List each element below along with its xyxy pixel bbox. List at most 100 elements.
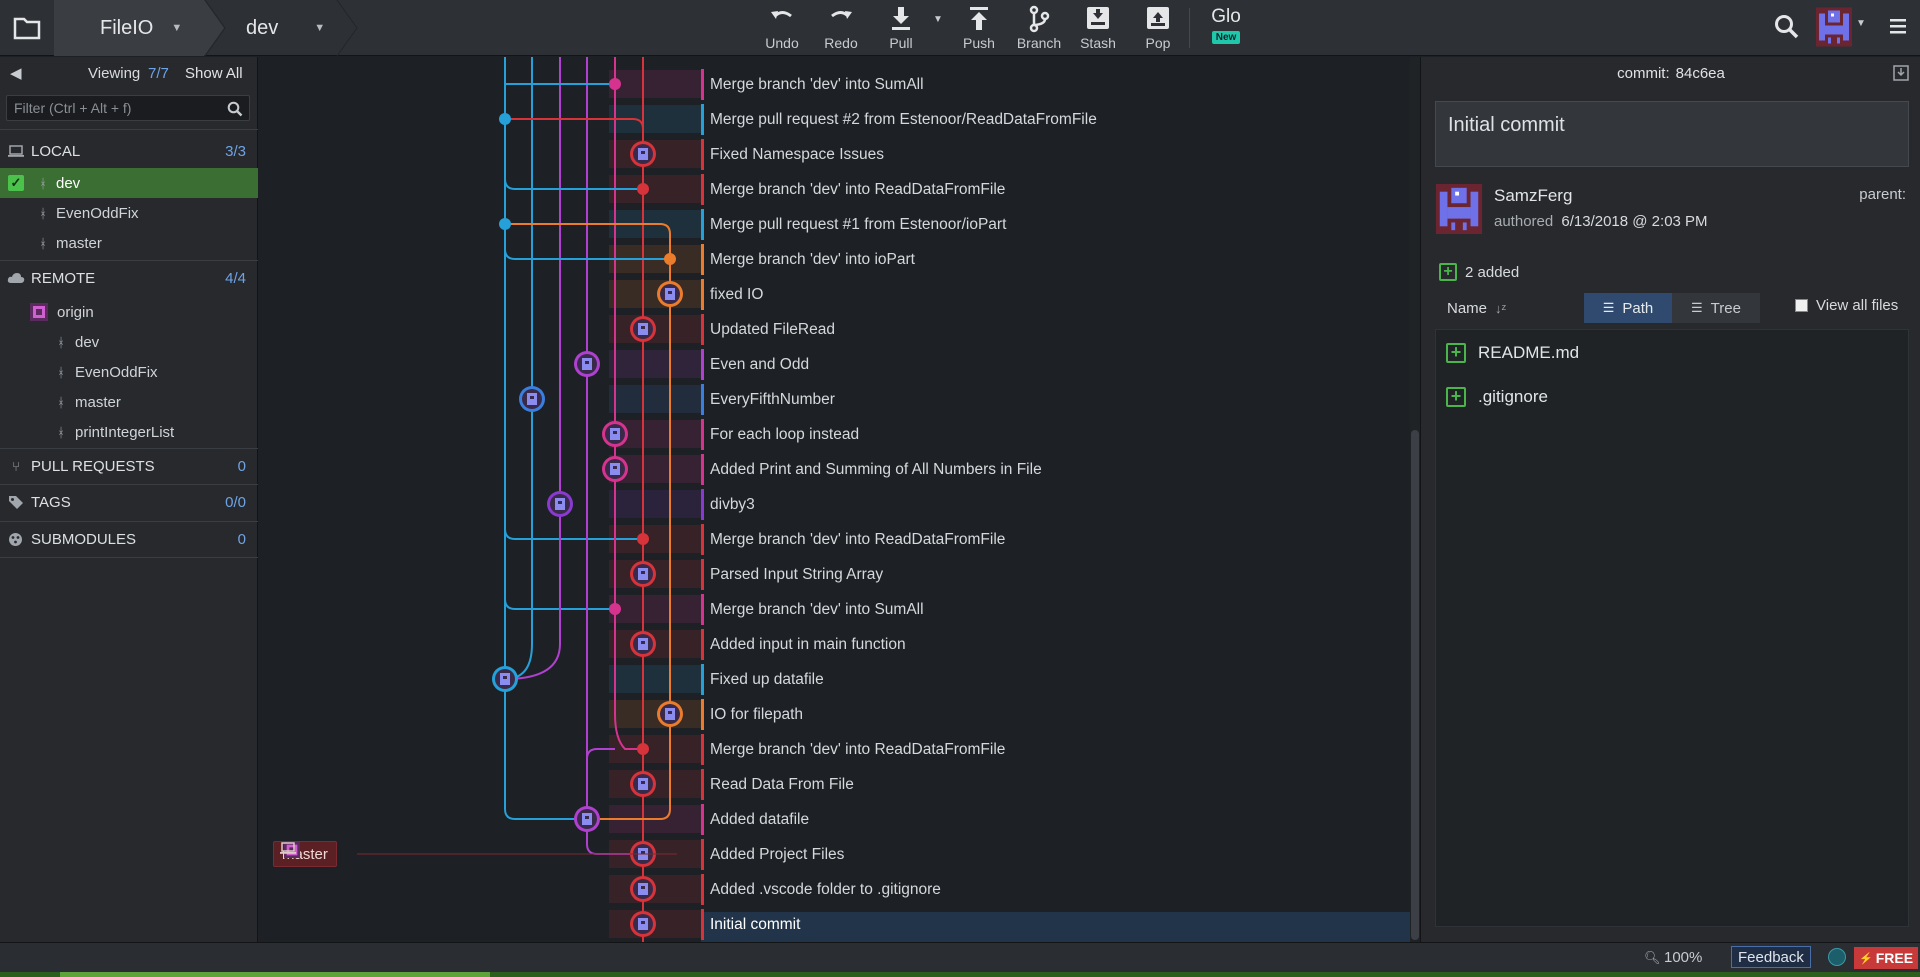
pull-button[interactable]: Pull bbox=[876, 0, 926, 56]
chevron-down-icon[interactable]: ▼ bbox=[1856, 18, 1866, 29]
merge-dot[interactable] bbox=[637, 533, 649, 545]
sidebar-item-remote-dev[interactable]: ᚼ dev bbox=[0, 327, 258, 357]
commit-node[interactable] bbox=[547, 491, 573, 517]
open-repo-button[interactable] bbox=[0, 0, 54, 56]
sidebar-item-remote-printintegerlist[interactable]: ᚼ printIntegerList bbox=[0, 417, 258, 447]
commit-message[interactable]: Added input in main function bbox=[710, 627, 906, 662]
commit-message[interactable]: Added Print and Summing of All Numbers i… bbox=[710, 452, 1042, 487]
file-row[interactable]: + .gitignore bbox=[1436, 376, 1910, 418]
commit-summary[interactable]: Initial commit bbox=[1435, 101, 1909, 167]
merge-dot[interactable] bbox=[664, 253, 676, 265]
sidebar-item-local-dev[interactable]: ✓ ᚼ dev bbox=[0, 168, 258, 198]
sidebar-item-remote-evenoddfix[interactable]: ᚼ EvenOddFix bbox=[0, 357, 258, 387]
sort-by-name[interactable]: Name ↓ᶻ bbox=[1447, 300, 1506, 317]
search-button[interactable] bbox=[1774, 14, 1800, 45]
commit-message[interactable]: Merge pull request #2 from Estenoor/Read… bbox=[710, 102, 1097, 137]
commit-row-stripe bbox=[701, 174, 704, 205]
menu-button[interactable] bbox=[1890, 17, 1908, 40]
redo-button[interactable]: Redo bbox=[816, 0, 866, 56]
commit-node[interactable] bbox=[630, 561, 656, 587]
commit-node[interactable] bbox=[630, 771, 656, 797]
commit-node[interactable] bbox=[602, 421, 628, 447]
commit-message[interactable]: Parsed Input String Array bbox=[710, 557, 883, 592]
commit-node[interactable] bbox=[630, 141, 656, 167]
pop-button[interactable]: Pop bbox=[1133, 0, 1183, 56]
commit-message[interactable]: Merge branch 'dev' into SumAll bbox=[710, 592, 924, 627]
branch-selector[interactable]: dev ▼ bbox=[246, 0, 325, 56]
remote-section-header[interactable]: REMOTE 4/4 bbox=[0, 263, 258, 293]
commit-message[interactable]: Fixed up datafile bbox=[710, 662, 824, 697]
commit-message[interactable]: Merge branch 'dev' into SumAll bbox=[710, 67, 924, 102]
merge-dot[interactable] bbox=[609, 78, 621, 90]
remote-label: REMOTE bbox=[31, 269, 96, 287]
commit-message[interactable]: Merge branch 'dev' into ReadDataFromFile bbox=[710, 732, 1005, 767]
view-all-files-toggle[interactable]: View all files bbox=[1795, 297, 1898, 314]
sidebar-item-local-evenoddfix[interactable]: ᚼ EvenOddFix bbox=[0, 198, 258, 228]
commit-message[interactable]: Initial commit bbox=[710, 907, 800, 942]
commit-node[interactable] bbox=[630, 316, 656, 342]
commit-node[interactable] bbox=[657, 281, 683, 307]
commit-message[interactable]: EveryFifthNumber bbox=[710, 382, 835, 417]
commit-message[interactable]: For each loop instead bbox=[710, 417, 859, 452]
merge-dot[interactable] bbox=[499, 218, 511, 230]
download-icon[interactable] bbox=[1893, 65, 1909, 81]
sidebar-item-remote-master[interactable]: ᚼ master bbox=[0, 387, 258, 417]
commit-node[interactable] bbox=[602, 456, 628, 482]
pull-requests-section-header[interactable]: ⑂ PULL REQUESTS 0 bbox=[0, 451, 258, 481]
tab-path[interactable]: ☰ Path bbox=[1584, 293, 1672, 323]
commit-message[interactable]: Merge branch 'dev' into ioPart bbox=[710, 242, 915, 277]
commit-message[interactable]: Updated FileRead bbox=[710, 312, 835, 347]
merge-dot[interactable] bbox=[609, 603, 621, 615]
merge-dot[interactable] bbox=[637, 183, 649, 195]
commit-node[interactable] bbox=[574, 806, 600, 832]
tags-section-header[interactable]: TAGS 0/0 bbox=[0, 487, 258, 517]
show-all-button[interactable]: Show All bbox=[185, 65, 243, 82]
branch-button[interactable]: Branch bbox=[1012, 0, 1066, 56]
submodules-section-header[interactable]: SUBMODULES 0 bbox=[0, 524, 258, 554]
commit-sha[interactable]: 84c6ea bbox=[1676, 65, 1725, 82]
push-button[interactable]: Push bbox=[954, 0, 1004, 56]
feedback-button[interactable]: Feedback bbox=[1731, 946, 1811, 968]
file-row[interactable]: + README.md bbox=[1436, 332, 1910, 374]
undo-button[interactable]: Undo bbox=[757, 0, 807, 56]
commit-message[interactable]: Even and Odd bbox=[710, 347, 809, 382]
commit-message[interactable]: IO for filepath bbox=[710, 697, 803, 732]
commit-message[interactable]: fixed IO bbox=[710, 277, 763, 312]
sidebar-item-origin[interactable]: origin bbox=[0, 297, 258, 327]
collapse-panel-icon[interactable]: ◀ bbox=[10, 64, 22, 82]
commit-message[interactable]: divby3 bbox=[710, 487, 755, 522]
commit-node[interactable] bbox=[519, 386, 545, 412]
commit-node[interactable] bbox=[492, 666, 518, 692]
sidebar-item-local-master[interactable]: ᚼ master bbox=[0, 228, 258, 258]
commit-node[interactable] bbox=[630, 631, 656, 657]
commit-message[interactable]: Merge branch 'dev' into ReadDataFromFile bbox=[710, 522, 1005, 557]
commit-node[interactable] bbox=[630, 876, 656, 902]
merge-dot[interactable] bbox=[499, 113, 511, 125]
local-section-header[interactable]: LOCAL 3/3 bbox=[0, 136, 258, 166]
commit-message[interactable]: Added Project Files bbox=[710, 837, 844, 872]
commit-message[interactable]: Read Data From File bbox=[710, 767, 854, 802]
commit-node[interactable] bbox=[574, 351, 600, 377]
commit-message[interactable]: Merge branch 'dev' into ReadDataFromFile bbox=[710, 172, 1005, 207]
commit-message[interactable]: Fixed Namespace Issues bbox=[710, 137, 884, 172]
graph-scrollbar-thumb[interactable] bbox=[1411, 430, 1419, 940]
commit-message[interactable]: Added .vscode folder to .gitignore bbox=[710, 872, 941, 907]
file-added-icon: + bbox=[1446, 387, 1466, 407]
glo-button[interactable]: Glo New bbox=[1200, 0, 1252, 56]
pull-options-dropdown[interactable]: ▼ bbox=[930, 0, 946, 56]
commit-message[interactable]: Added datafile bbox=[710, 802, 809, 837]
stash-button[interactable]: Stash bbox=[1073, 0, 1123, 56]
merge-dot[interactable] bbox=[637, 743, 649, 755]
view-all-files-checkbox[interactable] bbox=[1795, 299, 1808, 312]
plan-badge[interactable]: ⚡ FREE bbox=[1854, 947, 1919, 969]
commit-message[interactable]: Merge pull request #1 from Estenoor/ioPa… bbox=[710, 207, 1006, 242]
commit-node[interactable] bbox=[657, 701, 683, 727]
zoom-level[interactable]: 100% bbox=[1664, 949, 1702, 966]
branch-tag-master[interactable]: master bbox=[273, 841, 337, 867]
commit-graph[interactable]: Merge branch 'dev' into SumAll Merge pull… bbox=[259, 57, 1410, 942]
tab-tree[interactable]: ☰ Tree bbox=[1672, 293, 1760, 323]
commit-node[interactable] bbox=[630, 911, 656, 937]
user-avatar-button[interactable] bbox=[1816, 7, 1852, 47]
repo-selector[interactable]: FileIO ▼ bbox=[100, 0, 182, 56]
filter-input[interactable]: Filter (Ctrl + Alt + f) bbox=[6, 95, 250, 121]
